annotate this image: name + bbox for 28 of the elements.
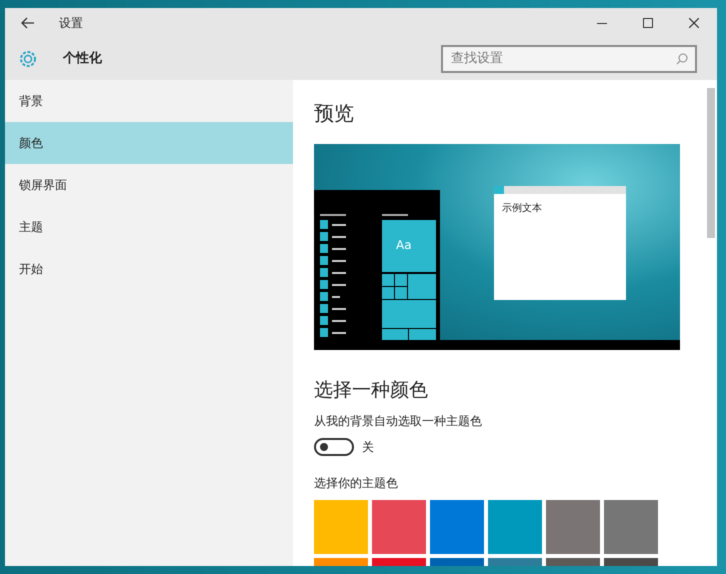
back-arrow-icon [21, 17, 35, 29]
color-swatch[interactable] [372, 500, 426, 554]
section-heading: 选择一种颜色 [314, 378, 429, 403]
setting-label: 从我的背景自动选取一种主题色 [314, 413, 483, 430]
sidebar-item[interactable]: 锁屏界面 [5, 164, 293, 206]
minimize-icon [597, 22, 607, 24]
search-icon [676, 52, 688, 65]
sidebar-item[interactable]: 背景 [5, 80, 293, 122]
color-swatch[interactable] [314, 500, 368, 554]
color-swatch[interactable] [488, 500, 542, 554]
search-field[interactable]: 查找设置 [441, 44, 697, 73]
window-title: 设置 [59, 15, 83, 32]
sidebar-item[interactable]: 开始 [5, 248, 293, 290]
sidebar-item[interactable]: 主题 [5, 206, 293, 248]
section-heading: 预览 [314, 100, 355, 127]
sidebar-item[interactable]: 颜色 [5, 122, 293, 164]
sample-text: 示例文本 [502, 202, 542, 214]
scrollbar[interactable] [707, 88, 715, 238]
page-title: 个性化 [63, 50, 102, 68]
setting-label: 选择你的主题色 [314, 475, 399, 492]
maximize-icon [643, 18, 653, 28]
tile-text: Aa [396, 236, 412, 254]
toggle-switch[interactable] [314, 438, 354, 456]
toggle-state-label: 关 [362, 439, 374, 456]
color-swatch[interactable] [546, 500, 600, 554]
close-icon [689, 18, 699, 28]
color-swatch[interactable] [604, 500, 658, 554]
color-swatch[interactable] [430, 500, 484, 554]
